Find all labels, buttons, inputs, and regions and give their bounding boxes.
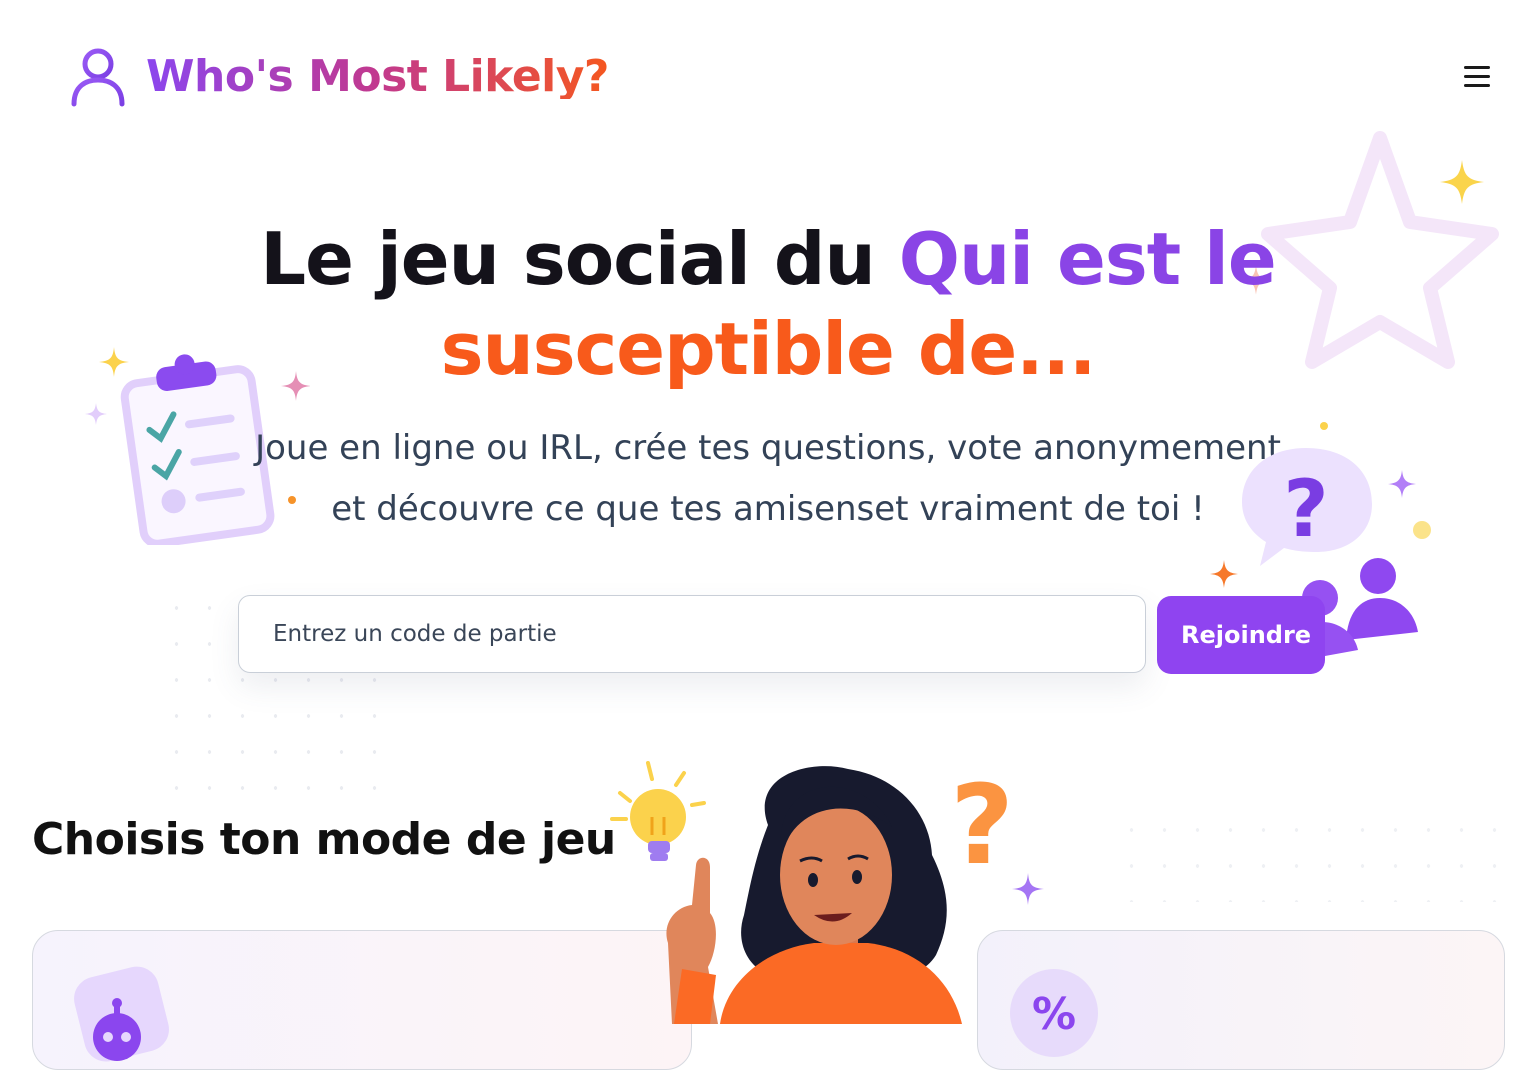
hero-subtitle-line1: Joue en ligne ou IRL, crée tes questions… (255, 428, 1281, 468)
robot-icon (74, 966, 169, 1062)
app-logo[interactable]: Who's Most Likely? (68, 46, 609, 108)
section-title: Choisis ton mode de jeu (32, 814, 616, 865)
hamburger-menu-icon[interactable] (1464, 66, 1490, 90)
hero-subtitle: Joue en ligne ou IRL, crée tes questions… (240, 418, 1296, 540)
game-code-input[interactable] (238, 595, 1146, 673)
join-button[interactable]: Rejoindre (1157, 596, 1325, 674)
svg-text:?: ? (1283, 465, 1328, 555)
woman-thinking-illustration: ? (610, 761, 1044, 1024)
hero-title-highlight: Qui est le (898, 217, 1277, 301)
mode-card-left[interactable] (32, 930, 692, 1070)
hero-title: Le jeu social du Qui est le susceptible … (0, 214, 1536, 394)
svg-text:?: ? (950, 761, 1014, 889)
lightbulb-icon (610, 761, 706, 861)
hero-title-part1: Le jeu social du (260, 217, 899, 301)
sparkle-icon (1440, 160, 1484, 204)
app-title: Who's Most Likely? (146, 51, 609, 102)
dot-pattern-right (1115, 812, 1525, 902)
user-icon (68, 46, 128, 108)
hero-subtitle-line2: et découvre ce que tes amisenset vraimen… (331, 489, 1205, 529)
hero-title-orange: susceptible de... (440, 307, 1097, 391)
